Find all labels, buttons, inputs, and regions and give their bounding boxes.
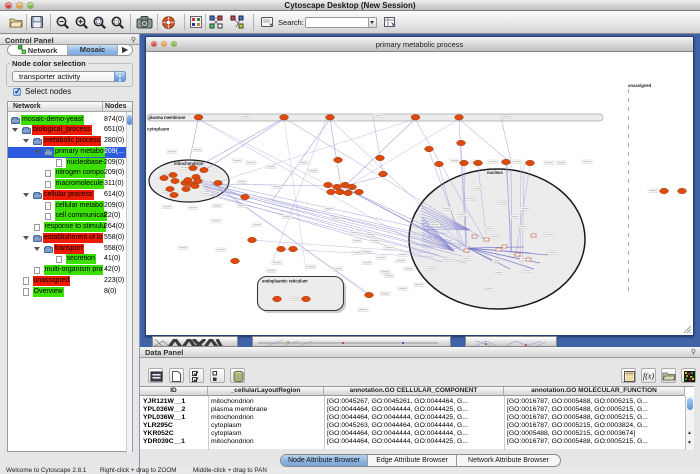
svg-text:cytoplasm: cytoplasm bbox=[147, 127, 169, 132]
svg-text:nucleus: nucleus bbox=[487, 170, 503, 175]
svg-text:endoplasmic reticulum: endoplasmic reticulum bbox=[262, 279, 308, 284]
svg-text:unassigned: unassigned bbox=[628, 83, 652, 88]
svg-text:plasma membrane: plasma membrane bbox=[149, 115, 186, 120]
svg-text:f(x): f(x) bbox=[643, 372, 654, 381]
svg-text:1:1: 1:1 bbox=[113, 20, 120, 26]
